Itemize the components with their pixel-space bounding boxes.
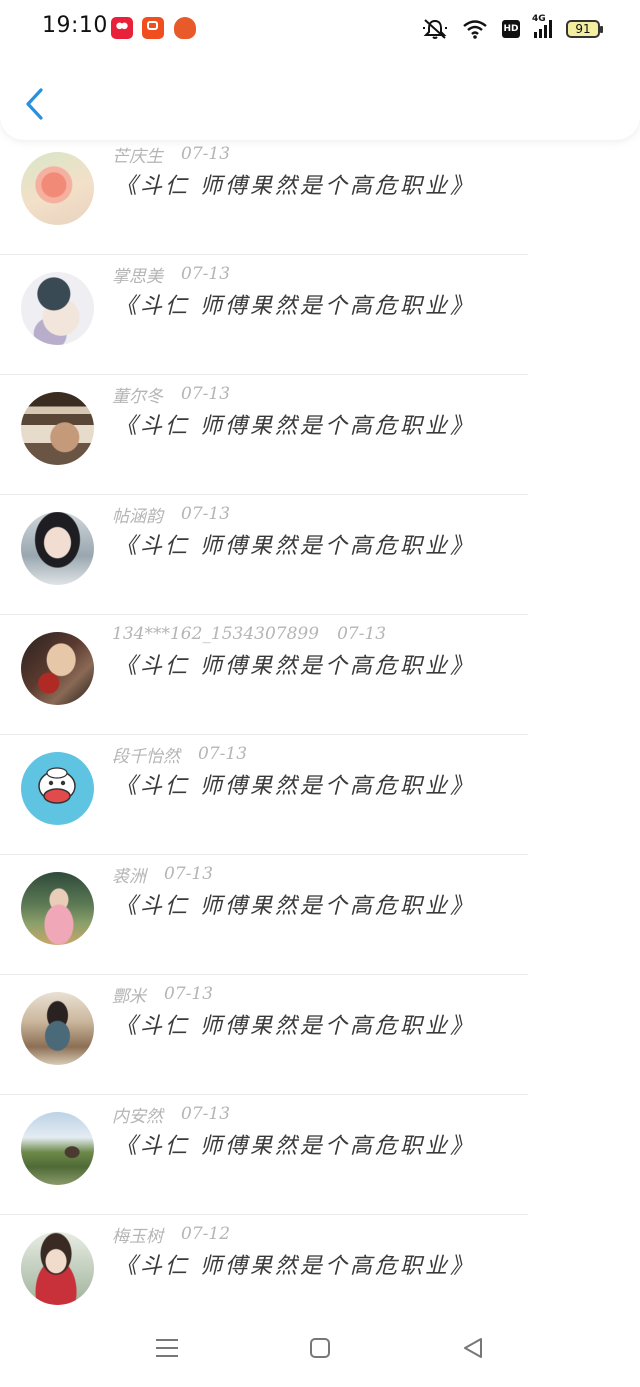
username[interactable]: 董尔冬 — [112, 382, 163, 407]
comment-row[interactable]: 内安然 07-13 《斗仁 师傅果然是个高危职业》 — [0, 1096, 640, 1215]
app-icon-pumpkin — [174, 17, 196, 39]
comment-text: 《斗仁 师傅果然是个高危职业》 — [115, 654, 475, 679]
comment-row[interactable]: 掌思美 07-13 《斗仁 师傅果然是个高危职业》 — [0, 256, 640, 375]
comment-meta: 裘洲 07-13 — [112, 862, 214, 887]
comment-date: 07-13 — [181, 504, 231, 524]
battery-level: 91 — [575, 22, 591, 36]
comment-row[interactable]: 裘洲 07-13 《斗仁 师傅果然是个高危职业》 — [0, 856, 640, 975]
username[interactable]: 梅玉树 — [112, 1222, 163, 1247]
back-button[interactable] — [18, 84, 52, 124]
comment-date: 07-13 — [337, 624, 387, 644]
avatar[interactable] — [21, 1232, 94, 1305]
comment-row[interactable]: 段千怡然 07-13 《斗仁 师傅果然是个高危职业》 — [0, 736, 640, 855]
comment-text: 《斗仁 师傅果然是个高危职业》 — [115, 174, 475, 199]
divider — [0, 254, 528, 255]
divider — [0, 614, 528, 615]
comment-date: 07-13 — [164, 864, 214, 884]
network-label: 4G — [532, 14, 546, 24]
comment-date: 07-12 — [181, 1224, 231, 1244]
comment-meta: 董尔冬 07-13 — [112, 382, 231, 407]
comment-meta: 芒庆生 07-13 — [112, 142, 231, 167]
system-icons: HD 4G 91 — [422, 14, 603, 42]
username[interactable]: 掌思美 — [112, 262, 163, 287]
comment-date: 07-13 — [181, 384, 231, 404]
username[interactable]: 段千怡然 — [112, 742, 180, 767]
comment-text: 《斗仁 师傅果然是个高危职业》 — [115, 294, 475, 319]
comment-date: 07-13 — [181, 1104, 231, 1124]
comment-meta: 掌思美 07-13 — [112, 262, 231, 287]
avatar[interactable] — [21, 1112, 94, 1185]
divider — [0, 374, 528, 375]
menu-button[interactable] — [149, 1332, 185, 1364]
header: 19:10 HD 4G 91 — [0, 0, 640, 140]
comment-date: 07-13 — [181, 144, 231, 164]
chevron-left-icon — [26, 88, 43, 120]
app-icon-orange — [142, 17, 164, 39]
username[interactable]: 裘洲 — [112, 862, 146, 887]
divider — [0, 1094, 528, 1095]
divider — [0, 1214, 528, 1215]
system-nav-bar — [0, 1310, 640, 1387]
divider — [0, 974, 528, 975]
menu-icon — [156, 1339, 178, 1357]
hd-badge: HD — [502, 20, 520, 38]
signal-icon: 4G — [532, 14, 552, 38]
mute-bell-icon — [423, 19, 447, 39]
comment-row[interactable]: 董尔冬 07-13 《斗仁 师傅果然是个高危职业》 — [0, 376, 640, 495]
username[interactable]: 134***162_1534307899 — [112, 624, 319, 644]
avatar[interactable] — [21, 992, 94, 1065]
wifi-icon — [463, 20, 487, 39]
avatar[interactable] — [21, 152, 94, 225]
avatar[interactable] — [21, 632, 94, 705]
comment-text: 《斗仁 师傅果然是个高危职业》 — [115, 1254, 475, 1279]
comment-text: 《斗仁 师傅果然是个高危职业》 — [115, 414, 475, 439]
comment-list: 芒庆生 07-13 《斗仁 师傅果然是个高危职业》 掌思美 07-13 《斗仁 … — [0, 0, 640, 1310]
monkey-illustration — [38, 767, 76, 804]
avatar[interactable] — [21, 512, 94, 585]
comment-row[interactable]: 帖涵韵 07-13 《斗仁 师傅果然是个高危职业》 — [0, 496, 640, 615]
avatar[interactable] — [21, 272, 94, 345]
comment-meta: 酆米 07-13 — [112, 982, 214, 1007]
comment-meta: 帖涵韵 07-13 — [112, 502, 231, 527]
comment-row[interactable]: 酆米 07-13 《斗仁 师傅果然是个高危职业》 — [0, 976, 640, 1095]
divider — [0, 494, 528, 495]
username[interactable]: 内安然 — [112, 1102, 163, 1127]
battery-icon: 91 — [566, 20, 603, 38]
status-time: 19:10 — [42, 13, 108, 38]
app-icon-red — [111, 17, 133, 39]
username[interactable]: 帖涵韵 — [112, 502, 163, 527]
comment-text: 《斗仁 师傅果然是个高危职业》 — [115, 1014, 475, 1039]
username[interactable]: 酆米 — [112, 982, 146, 1007]
comment-text: 《斗仁 师傅果然是个高危职业》 — [115, 1134, 475, 1159]
avatar[interactable] — [21, 752, 94, 825]
comment-meta: 段千怡然 07-13 — [112, 742, 248, 767]
comment-text: 《斗仁 师傅果然是个高危职业》 — [115, 774, 475, 799]
comment-row[interactable]: 芒庆生 07-13 《斗仁 师傅果然是个高危职业》 — [0, 136, 640, 255]
comment-date: 07-13 — [198, 744, 248, 764]
comment-row[interactable]: 梅玉树 07-12 《斗仁 师傅果然是个高危职业》 — [0, 1216, 640, 1310]
system-back-button[interactable] — [455, 1332, 491, 1364]
divider — [0, 854, 528, 855]
comment-meta: 梅玉树 07-12 — [112, 1222, 231, 1247]
comment-meta: 内安然 07-13 — [112, 1102, 231, 1127]
comment-date: 07-13 — [181, 264, 231, 284]
home-square-icon — [310, 1338, 330, 1358]
comment-meta: 134***162_1534307899 07-13 — [112, 622, 386, 646]
comment-date: 07-13 — [164, 984, 214, 1004]
home-button[interactable] — [302, 1332, 338, 1364]
status-bar: 19:10 HD 4G 91 — [0, 0, 640, 56]
back-triangle-icon — [464, 1338, 482, 1358]
comment-row[interactable]: 134***162_1534307899 07-13 《斗仁 师傅果然是个高危职… — [0, 616, 640, 735]
comment-text: 《斗仁 师傅果然是个高危职业》 — [115, 894, 475, 919]
divider — [0, 734, 528, 735]
avatar[interactable] — [21, 872, 94, 945]
username[interactable]: 芒庆生 — [112, 142, 163, 167]
comment-text: 《斗仁 师傅果然是个高危职业》 — [115, 534, 475, 559]
avatar[interactable] — [21, 392, 94, 465]
